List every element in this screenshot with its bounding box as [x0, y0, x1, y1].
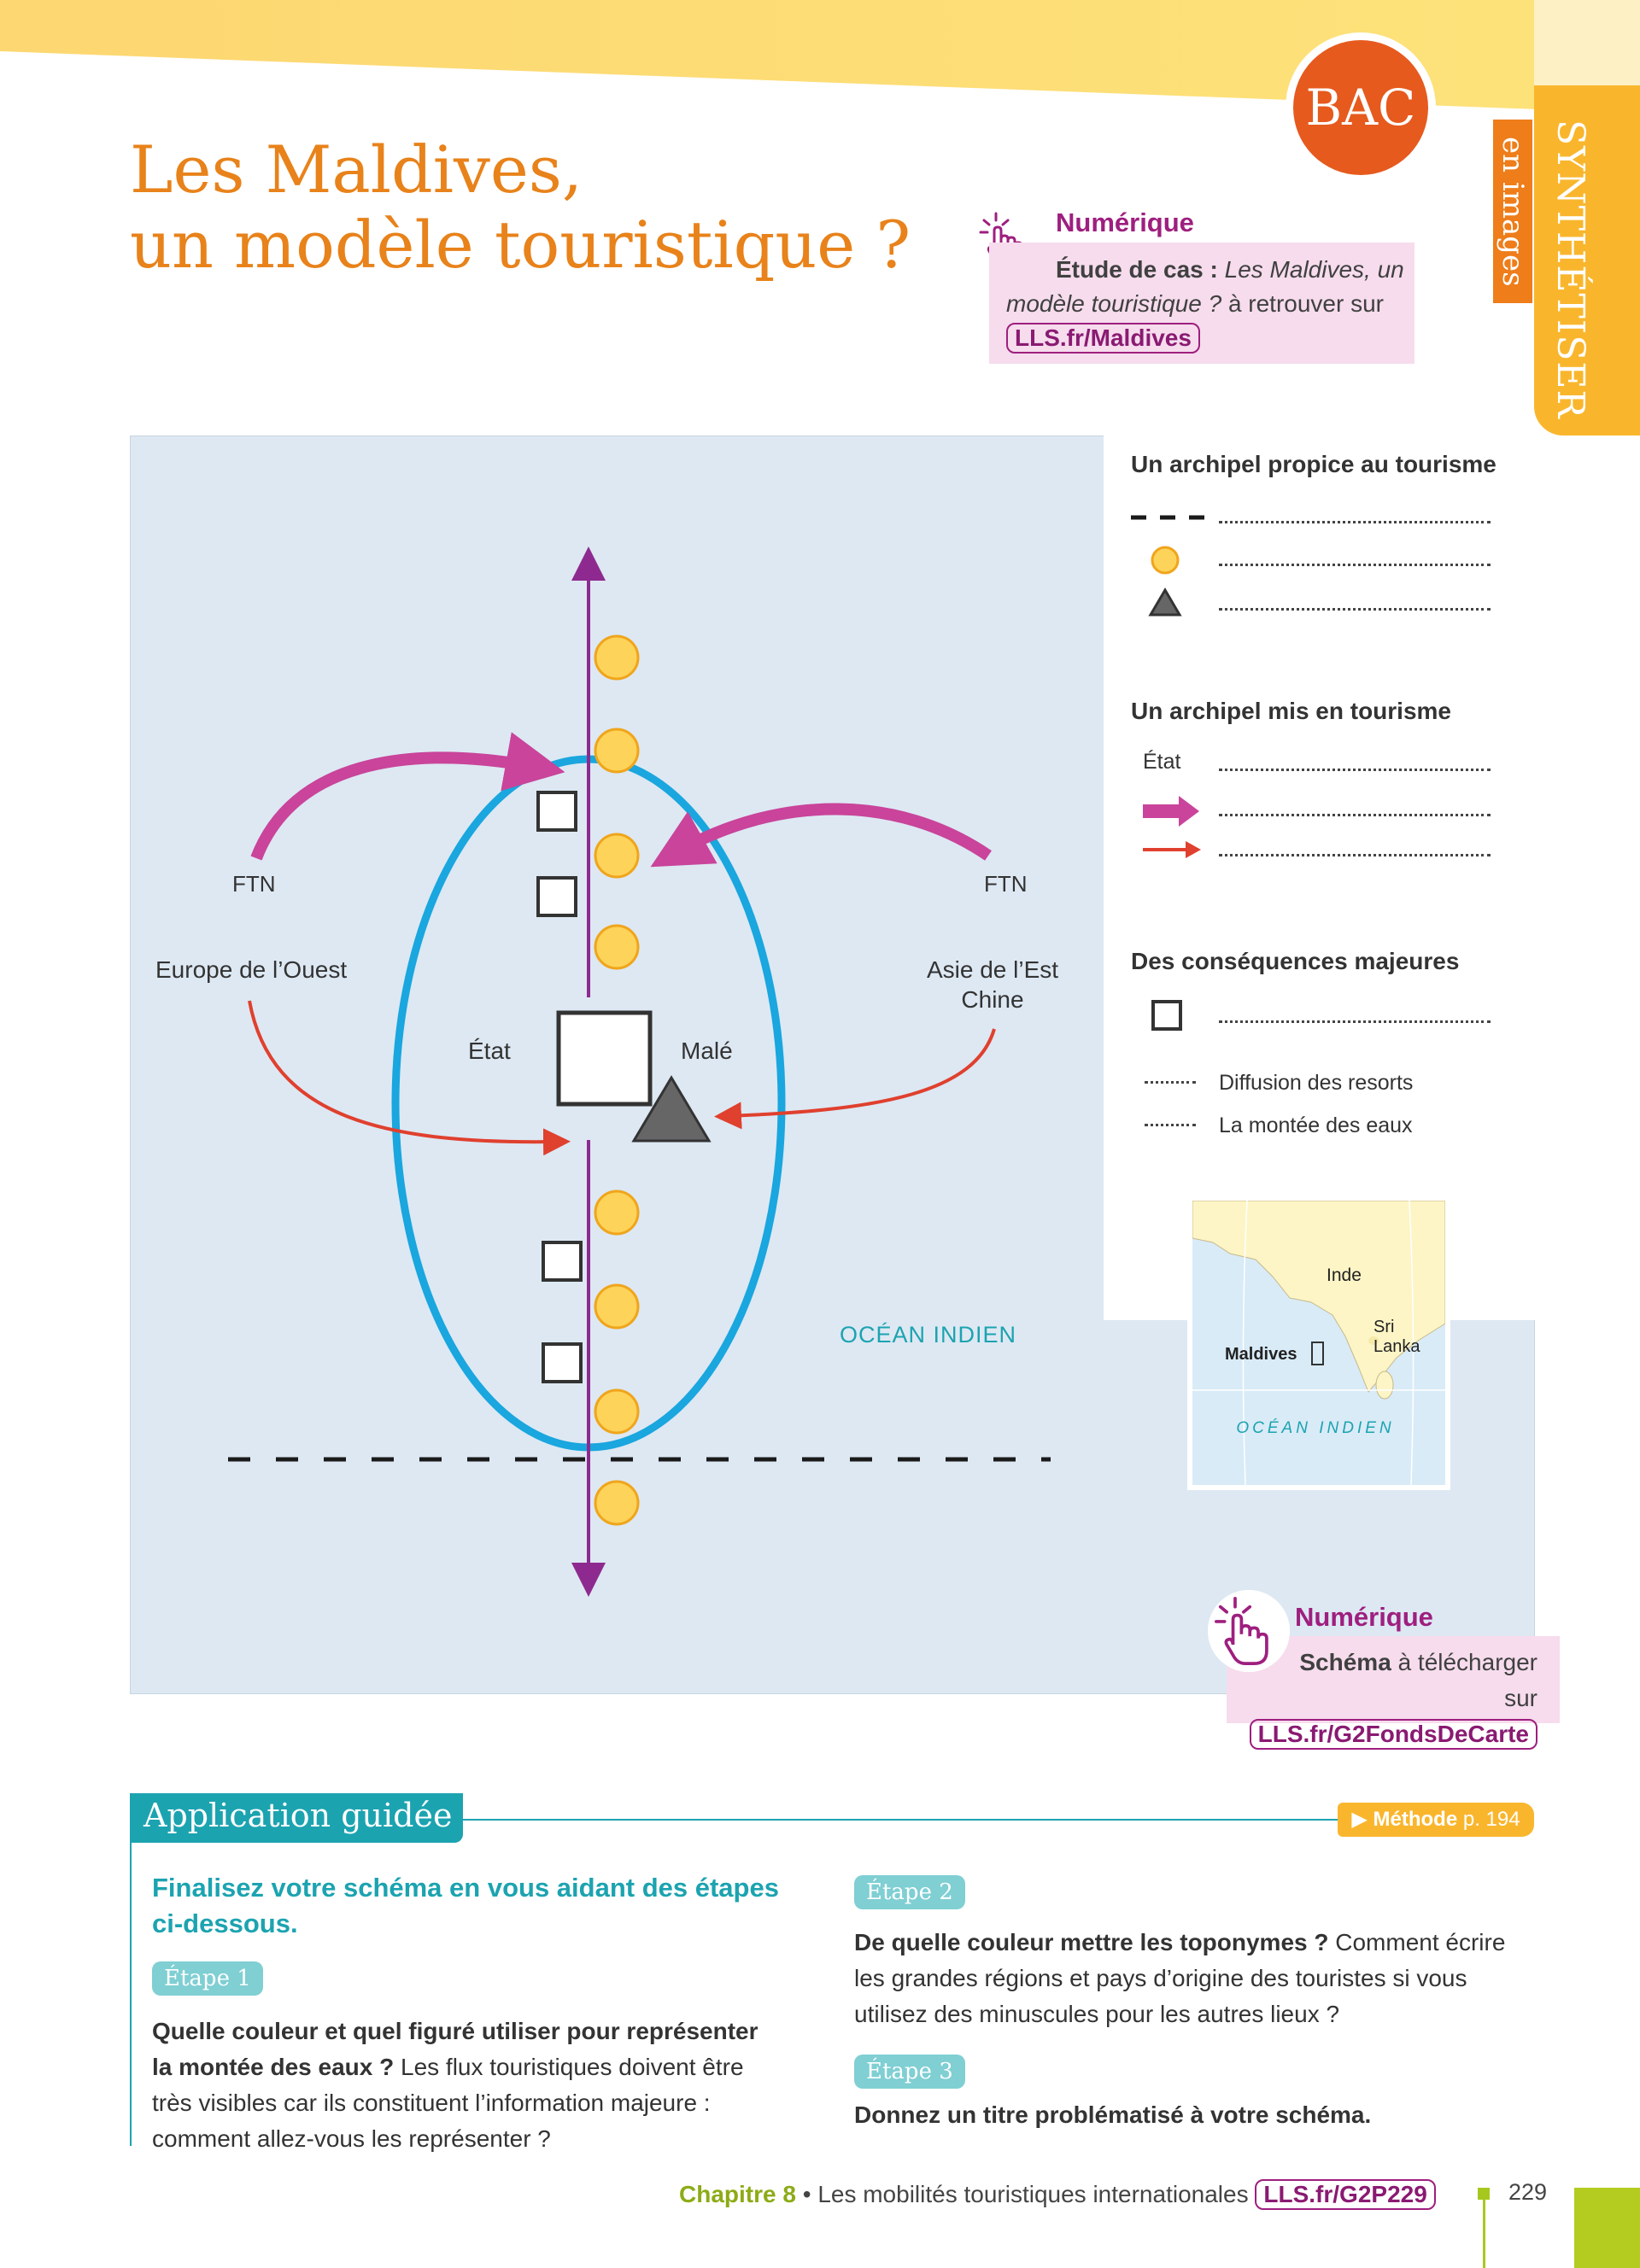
methode-label: Méthode: [1373, 1808, 1458, 1831]
numerique-text: Étude de cas : Les Maldives, un modèle t…: [1006, 253, 1408, 355]
legend-dashed-symbol: [1131, 515, 1208, 520]
etape-1-text: Quelle couleur et quel figuré utiliser p…: [152, 2014, 784, 2157]
numerique-title: Numérique: [1056, 208, 1194, 237]
download-text: à télécharger: [1397, 1649, 1538, 1675]
legend-short-blank: [1145, 1124, 1196, 1126]
footer-chapter: Chapitre 8: [679, 2181, 796, 2207]
map-label-asie-1: Asie de l’Est: [927, 956, 1058, 983]
etape-3-badge: Étape 3: [854, 2055, 965, 2089]
fonds-de-carte-link[interactable]: LLS.fr/G2FondsDeCarte: [1249, 1719, 1538, 1750]
red-flow-east: [714, 1028, 996, 1130]
footer-corner-block: [1574, 2188, 1640, 2268]
numerique-download-title: Numérique: [1295, 1602, 1433, 1632]
map-label-etat: État: [468, 1038, 511, 1064]
legend-montee: La montée des eaux: [1219, 1114, 1413, 1137]
legend-square-symbol: [1151, 1000, 1182, 1031]
play-icon: ▶: [1351, 1808, 1368, 1831]
page-title: Les Maldives, un modèle touristique ?: [130, 132, 984, 283]
pink-flow-east: [650, 803, 992, 868]
legend-blank-line: [1219, 814, 1491, 816]
maldives-marker: [1311, 1342, 1324, 1365]
legend-red-arrow: [1143, 841, 1201, 858]
etape-2-question: De quelle couleur mettre les toponymes ?: [854, 1929, 1329, 1955]
etape-1-badge: Étape 1: [152, 1961, 263, 1996]
footer-marker-line: [1483, 2200, 1485, 2268]
inset-label-sri-2: Lanka: [1374, 1337, 1420, 1356]
legend-section-3-title: Des conséquences majeures: [1131, 948, 1460, 974]
etape-3-text: Donnez un titre problématisé à votre sch…: [854, 2097, 1520, 2133]
legend-panel: Un archipel propice au tourisme Un archi…: [1104, 435, 1535, 1320]
inset-label-maldives: Maldives: [1225, 1345, 1297, 1364]
map-label-ftn-left: FTN: [232, 871, 276, 897]
legend-blank-line: [1219, 564, 1491, 566]
section-left-rule: [130, 1843, 132, 2146]
page-number: 229: [1508, 2179, 1548, 2205]
legend-resort-symbol: [1151, 546, 1180, 575]
legend-section-1-title: Un archipel propice au tourisme: [1131, 451, 1496, 477]
inset-label-inde: Inde: [1327, 1266, 1362, 1285]
title-line-2: un modèle touristique ?: [130, 207, 911, 283]
legend-diffusion: Diffusion des resorts: [1219, 1071, 1414, 1095]
inset-label-sri-1: Sri: [1374, 1318, 1394, 1336]
sri-lanka-island: [1375, 1371, 1394, 1400]
etape-2-text: De quelle couleur mettre les toponymes ?…: [854, 1925, 1520, 2032]
map-label-ocean: OCÉAN INDIEN: [840, 1322, 1016, 1347]
side-tab-label: SYNTHÉTISER: [1549, 120, 1592, 419]
footer: Chapitre 8 • Les mobilités touristiques …: [679, 2179, 1436, 2210]
legend-blank-line: [1219, 854, 1491, 856]
legend-blank-line: [1219, 1020, 1491, 1023]
map-label-ftn-right: FTN: [984, 871, 1028, 897]
legend-blank-line: [1219, 769, 1491, 771]
legend-pink-arrow: [1143, 796, 1199, 827]
footer-marker: [1478, 2188, 1490, 2200]
bac-badge: BAC: [1293, 40, 1428, 175]
map-label-europe: Europe de l’Ouest: [155, 956, 347, 983]
side-tab-top: [1534, 0, 1640, 85]
map-label-male: Malé: [681, 1038, 733, 1064]
numerique-after: à retrouver sur: [1227, 290, 1385, 317]
inset-label-ocean: OCÉAN INDIEN: [1236, 1419, 1394, 1437]
footer-separator: •: [802, 2181, 811, 2207]
etape-3-question: Donnez un titre problématisé à votre sch…: [854, 2101, 1372, 2128]
application-title: Application guidée: [144, 1797, 453, 1834]
application-lead: Finalisez votre schéma en vous aidant de…: [152, 1873, 779, 1938]
download-prefix: sur: [1504, 1685, 1538, 1711]
schema-bold: Schéma: [1299, 1649, 1391, 1675]
legend-etat-label: État: [1143, 750, 1181, 774]
footer-subject: Les mobilités touristiques international…: [817, 2181, 1249, 2207]
inset-locator-map: Inde Sri Lanka Maldives OCÉAN INDIEN: [1182, 1190, 1456, 1495]
legend-blank-line: [1219, 521, 1491, 523]
numerique-lead: Étude de cas :: [1056, 256, 1218, 283]
legend-section-2-title: Un archipel mis en tourisme: [1131, 698, 1451, 724]
title-line-1: Les Maldives,: [130, 132, 583, 208]
legend-blank-line: [1219, 608, 1491, 611]
footer-link[interactable]: LLS.fr/G2P229: [1255, 2179, 1436, 2210]
section-divider: [463, 1819, 1343, 1821]
side-tab-sublabel: en images: [1493, 120, 1532, 303]
methode-link[interactable]: ▶ Méthode p. 194: [1338, 1803, 1534, 1837]
legend-triangle-symbol: [1148, 587, 1182, 617]
numerique-download-text: Schéma à télécharger sur LLS.fr/G2FondsD…: [1230, 1645, 1538, 1752]
etape-2-badge: Étape 2: [854, 1875, 965, 1909]
maldives-link[interactable]: LLS.fr/Maldives: [1006, 323, 1200, 354]
methode-page: p. 194: [1462, 1808, 1520, 1831]
legend-short-blank: [1145, 1081, 1196, 1084]
etat-square: [556, 1010, 653, 1107]
map-label-asie-2: Chine: [961, 986, 1023, 1013]
